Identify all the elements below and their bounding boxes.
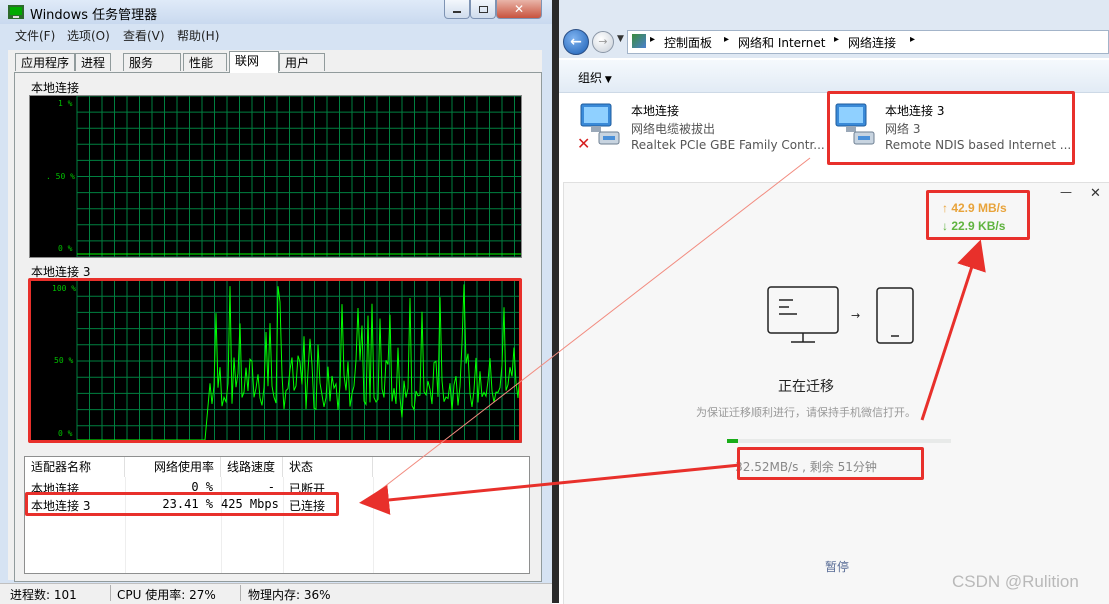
close-dialog-button[interactable]: ✕ (1090, 186, 1101, 201)
column-usage[interactable]: 网络使用率 (125, 457, 221, 477)
highlight-row-box (25, 492, 339, 516)
organize-label: 组织 (578, 71, 603, 85)
tab-networking[interactable]: 联网 (229, 51, 279, 73)
back-button[interactable]: ← (563, 29, 589, 55)
chevron-right-icon: ▸ (650, 34, 656, 45)
explorer-titlebar (559, 0, 1109, 26)
status-memory: 物理内存: 36% (248, 588, 331, 602)
migration-dialog: — ✕ ↑ 42.9 MB/s ↓ 22.9 KB/s → 正在迁移 为保证迁移… (563, 182, 1109, 604)
status-bar: 进程数: 101 CPU 使用率: 27% 物理内存: 36% (0, 583, 552, 604)
chevron-right-icon: ▸ (834, 34, 840, 45)
maximize-button[interactable] (470, 0, 496, 19)
migration-title: 正在迁移 (778, 379, 834, 395)
watermark: CSDN @Rulition (952, 572, 1079, 591)
breadcrumb-network-internet[interactable]: 网络和 Internet (738, 34, 825, 51)
highlight-graph-box (28, 278, 522, 443)
breadcrumb-control-panel[interactable]: 控制面板 (664, 34, 712, 51)
tab-services[interactable]: 服务 (123, 53, 181, 71)
connection-device: Realtek PCIe GBE Family Contr... (631, 138, 825, 152)
tab-performance[interactable]: 性能 (183, 53, 227, 71)
status-separator (240, 585, 241, 601)
forward-button[interactable]: → (592, 31, 614, 53)
graph-local-connection: 1 % . 50 % 0 % (29, 95, 522, 258)
organize-button[interactable]: 组织 ▼ (578, 69, 612, 86)
connection-status: 网络电缆被拔出 (631, 122, 716, 136)
breadcrumb[interactable]: ▸ 控制面板 ▸ 网络和 Internet ▸ 网络连接 ▸ (627, 30, 1109, 54)
command-bar: 组织 ▼ (559, 60, 1109, 93)
minimize-dialog-button[interactable]: — (1060, 185, 1072, 199)
window-title: Windows 任务管理器 (30, 8, 158, 23)
task-manager-app-icon (8, 5, 24, 19)
progress-bar-fill (727, 439, 739, 443)
restore-icon (478, 5, 488, 13)
chevron-down-icon: ▼ (602, 75, 612, 85)
connection-item-local[interactable]: ✕ 本地连接 网络电缆被拔出 Realtek PCIe GBE Family C… (575, 98, 825, 158)
task-manager-titlebar[interactable]: Windows 任务管理器 ✕ (0, 0, 552, 24)
highlight-speed-box (926, 190, 1030, 240)
pc-to-phone-icon: → (767, 286, 914, 344)
column-state[interactable]: 状态 (283, 457, 373, 477)
status-cpu: CPU 使用率: 27% (117, 588, 216, 602)
forward-arrow-icon: → (598, 35, 608, 48)
minimize-button[interactable] (444, 0, 470, 19)
graph-local-tick-min: 0 % (58, 244, 73, 253)
control-panel-icon (632, 34, 646, 48)
status-separator (110, 585, 111, 601)
graph-label-local: 本地连接 (31, 81, 80, 95)
connection-name: 本地连接 (631, 104, 680, 118)
menu-view[interactable]: 查看(V) (123, 27, 165, 44)
disconnected-x-icon: ✕ (577, 134, 591, 153)
column-link-speed[interactable]: 线路速度 (221, 457, 283, 477)
menu-bar: 文件(F) 选项(O) 查看(V) 帮助(H) (0, 27, 552, 45)
status-processes: 进程数: 101 (10, 588, 77, 602)
graph-local-tick-mid: . 50 % (46, 172, 75, 181)
breadcrumb-network-connections[interactable]: 网络连接 (848, 34, 896, 51)
menu-file[interactable]: 文件(F) (15, 27, 55, 44)
history-dropdown-icon[interactable]: ▼ (617, 34, 624, 44)
migration-hint: 为保证迁移顺利进行，请保持手机微信打开。 (696, 406, 916, 419)
chevron-right-icon: ▸ (910, 34, 916, 45)
close-icon: ✕ (513, 2, 525, 16)
window-divider (552, 0, 559, 603)
highlight-progress-box (737, 447, 924, 480)
menu-options[interactable]: 选项(O) (67, 27, 110, 44)
tab-users[interactable]: 用户 (279, 53, 325, 71)
svg-text:→: → (851, 309, 860, 322)
back-arrow-icon: ← (570, 34, 582, 50)
column-adapter-name[interactable]: 适配器名称 (25, 457, 125, 477)
minimize-icon (453, 11, 461, 13)
graph-local-grid (76, 96, 521, 257)
highlight-connection-box (827, 91, 1075, 165)
progress-bar-track (727, 439, 951, 443)
close-button[interactable]: ✕ (496, 0, 542, 19)
address-bar: ← → ▼ ▸ 控制面板 ▸ 网络和 Internet ▸ 网络连接 ▸ (559, 26, 1109, 58)
tab-processes[interactable]: 进程 (75, 53, 112, 71)
graph-local-tick-max: 1 % (58, 99, 73, 108)
menu-help[interactable]: 帮助(H) (177, 27, 219, 44)
chevron-right-icon: ▸ (724, 34, 730, 45)
tab-applications[interactable]: 应用程序 (15, 53, 76, 71)
